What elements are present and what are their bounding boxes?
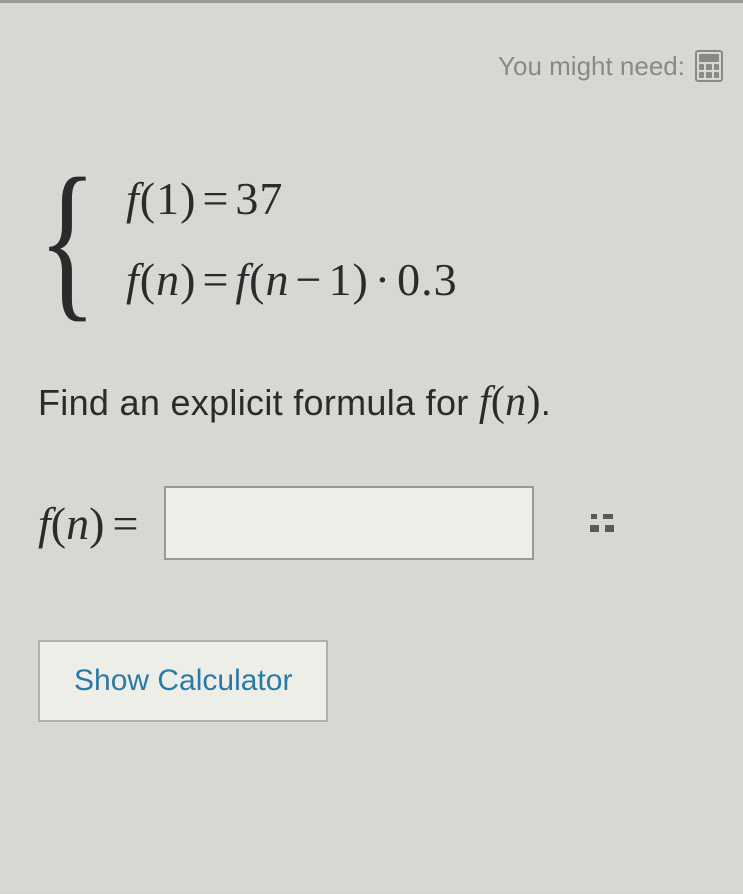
equation-recursive-case: f(n)=f(n−1)·0.3	[126, 253, 458, 306]
problem-prompt: Find an explicit formula for f(n).	[38, 378, 723, 426]
equation-base-case: f(1)=37	[126, 172, 458, 225]
hint-row: You might need:	[498, 50, 723, 82]
hint-label: You might need:	[498, 51, 685, 82]
answer-input[interactable]	[166, 488, 590, 558]
left-brace-icon: {	[38, 150, 97, 328]
calculator-icon[interactable]	[695, 50, 723, 82]
answer-row: f(n)=	[38, 486, 723, 560]
equation-group: f(1)=37 f(n)=f(n−1)·0.3	[126, 150, 458, 328]
recursive-definition: { f(1)=37 f(n)=f(n−1)·0.3	[38, 150, 723, 328]
prompt-prefix: Find an explicit formula for	[38, 382, 479, 423]
problem-content: { f(1)=37 f(n)=f(n−1)·0.3 Find an explic…	[38, 150, 723, 722]
answer-label: f(n)=	[38, 497, 146, 550]
prompt-suffix: .	[541, 382, 551, 423]
answer-input-container[interactable]	[164, 486, 534, 560]
top-border	[0, 0, 743, 3]
show-calculator-button[interactable]: Show Calculator	[38, 640, 328, 722]
math-keypad-icon[interactable]	[590, 488, 626, 558]
prompt-variable: f(n)	[479, 379, 541, 425]
